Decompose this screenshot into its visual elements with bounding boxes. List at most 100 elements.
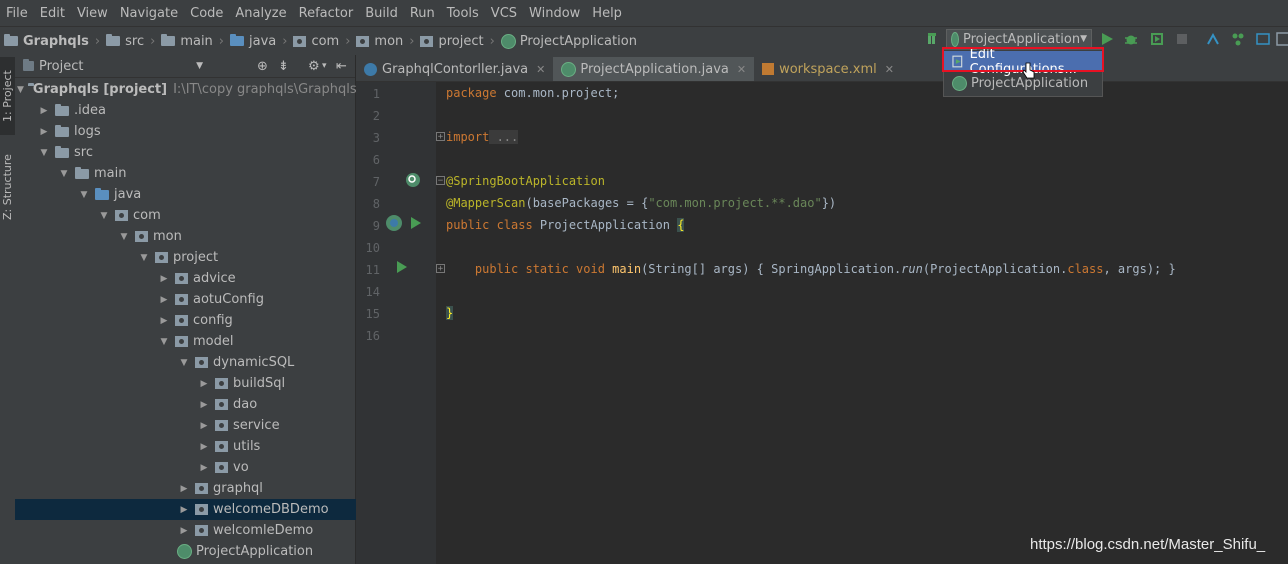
- package-icon: [155, 252, 168, 263]
- package-icon: [215, 441, 228, 452]
- menu-edit[interactable]: Edit: [34, 6, 71, 21]
- code-editor[interactable]: package com.mon.project; + import ... − …: [436, 82, 1288, 564]
- chevron-down-icon: ▼: [1080, 34, 1087, 44]
- code-line: public static void main(String[] args) {…: [446, 262, 1176, 276]
- folder-icon: [55, 103, 69, 116]
- package-icon: [215, 420, 228, 431]
- code-line: @MapperScan(basePackages = {"com.mon.pro…: [446, 196, 837, 210]
- menu-run[interactable]: Run: [404, 6, 441, 21]
- menu-code[interactable]: Code: [184, 6, 229, 21]
- fold-collapse-icon[interactable]: −: [436, 176, 445, 186]
- java-class-icon: [364, 62, 377, 76]
- vcs-update-icon[interactable]: [1206, 32, 1220, 46]
- chevron-right-icon: ▶: [180, 525, 188, 536]
- chevron-down-icon: ▼: [40, 147, 48, 158]
- debug-icon[interactable]: [1124, 32, 1138, 46]
- gear-icon[interactable]: ⚙: [308, 59, 320, 74]
- menu-analyze[interactable]: Analyze: [229, 6, 292, 21]
- menu-vcs[interactable]: VCS: [485, 6, 523, 21]
- spring-class-icon: [177, 544, 192, 559]
- chevron-right-icon: ▶: [200, 399, 208, 410]
- close-icon[interactable]: ✕: [885, 63, 894, 76]
- breadcrumb-item[interactable]: Graphqls ›: [4, 34, 100, 49]
- spring-boot-icon: [951, 31, 959, 47]
- tab-structure[interactable]: Z: Structure: [0, 147, 15, 227]
- package-icon: [175, 273, 188, 284]
- scroll-from-source-icon[interactable]: ⊕: [257, 59, 268, 74]
- spring-boot-icon: [952, 76, 967, 91]
- bean-search-icon[interactable]: [405, 172, 421, 188]
- folder-icon: [106, 34, 121, 46]
- tree-row[interactable]: ▼ Graphqls [project] I:\IT\copy graphqls\G…: [15, 79, 357, 100]
- breadcrumb-item[interactable]: com ›: [293, 34, 350, 49]
- line-number: 8: [372, 197, 380, 211]
- tab-workspace-xml[interactable]: workspace.xml ✕: [754, 57, 902, 81]
- package-icon: [175, 294, 188, 305]
- fold-expand-icon[interactable]: +: [436, 264, 445, 274]
- run-gutter-icon[interactable]: [396, 260, 408, 274]
- line-number: 14: [365, 285, 380, 299]
- vcs-history-icon[interactable]: [1256, 32, 1270, 46]
- breadcrumb-item[interactable]: ProjectApplication: [500, 33, 637, 49]
- close-icon[interactable]: ✕: [536, 63, 545, 76]
- project-view-icon: [23, 59, 34, 71]
- run-gutter-icon[interactable]: [410, 216, 422, 230]
- close-icon[interactable]: ✕: [737, 63, 746, 76]
- build-hammer-icon[interactable]: [926, 32, 940, 46]
- chevron-down-icon: ▼: [17, 84, 24, 95]
- package-icon: [115, 210, 128, 221]
- source-folder-icon: [95, 187, 109, 200]
- code-line: }: [446, 306, 454, 320]
- menu-file[interactable]: File: [0, 6, 34, 21]
- menu-view[interactable]: View: [71, 6, 114, 21]
- package-icon: [215, 462, 228, 473]
- project-view-select[interactable]: Project ▼: [23, 59, 203, 74]
- menu-bar: File Edit View Navigate Code Analyze Ref…: [0, 0, 1288, 26]
- package-icon: [215, 378, 228, 389]
- project-structure-icon[interactable]: [1276, 32, 1288, 46]
- spring-boot-icon[interactable]: [385, 214, 403, 232]
- menu-help[interactable]: Help: [586, 6, 628, 21]
- tab-projectapplication[interactable]: ProjectApplication.java ✕: [553, 57, 755, 81]
- line-number: 11: [365, 263, 380, 277]
- menu-tools[interactable]: Tools: [441, 6, 485, 21]
- tree-row[interactable]: ▼ main: [15, 163, 387, 184]
- line-number: 16: [365, 329, 380, 343]
- hide-panel-icon[interactable]: ⇤: [336, 59, 347, 74]
- stop-icon[interactable]: [1175, 32, 1189, 46]
- spring-class-icon: [561, 61, 577, 77]
- menu-refactor[interactable]: Refactor: [293, 6, 360, 21]
- breadcrumb-item[interactable]: main ›: [161, 34, 224, 49]
- chevron-down-icon: ▼: [140, 252, 148, 263]
- package-icon: [175, 315, 188, 326]
- chevron-down-icon: ▼: [196, 61, 203, 71]
- menu-navigate[interactable]: Navigate: [114, 6, 184, 21]
- vcs-commit-icon[interactable]: [1231, 32, 1245, 46]
- coverage-icon[interactable]: [1150, 32, 1164, 46]
- package-icon: [195, 504, 208, 515]
- editor-gutter: 1 2 3 6 7 8 9 10 11 14 15 16: [356, 82, 436, 564]
- chevron-down-icon: ▼: [100, 210, 108, 221]
- folder-icon: [55, 145, 69, 158]
- menu-build[interactable]: Build: [359, 6, 404, 21]
- breadcrumb-item[interactable]: mon ›: [356, 34, 414, 49]
- tree-row[interactable]: ▶ logs: [15, 121, 367, 142]
- chevron-right-icon: ▶: [200, 378, 208, 389]
- package-icon: [195, 483, 208, 494]
- folder-icon: [55, 124, 69, 137]
- tab-project[interactable]: 1: Project: [0, 57, 15, 135]
- chevron-down-icon[interactable]: ▾: [322, 61, 327, 71]
- menu-window[interactable]: Window: [523, 6, 586, 21]
- run-icon[interactable]: [1100, 32, 1114, 46]
- tree-row[interactable]: ▶ .idea: [15, 100, 367, 121]
- fold-expand-icon[interactable]: +: [436, 132, 445, 142]
- tree-row[interactable]: ▼ java: [15, 184, 407, 205]
- package-icon: [420, 35, 434, 47]
- breadcrumb-item[interactable]: java ›: [230, 34, 287, 49]
- collapse-all-icon[interactable]: ⇟: [278, 59, 289, 74]
- code-line: @SpringBootApplication: [446, 174, 605, 188]
- breadcrumb-item[interactable]: src ›: [106, 34, 155, 49]
- tab-graphqlcontorller[interactable]: GraphqlContorller.java ✕: [356, 57, 553, 81]
- tree-row[interactable]: ▼ src: [15, 142, 367, 163]
- breadcrumb-item[interactable]: project ›: [420, 34, 495, 49]
